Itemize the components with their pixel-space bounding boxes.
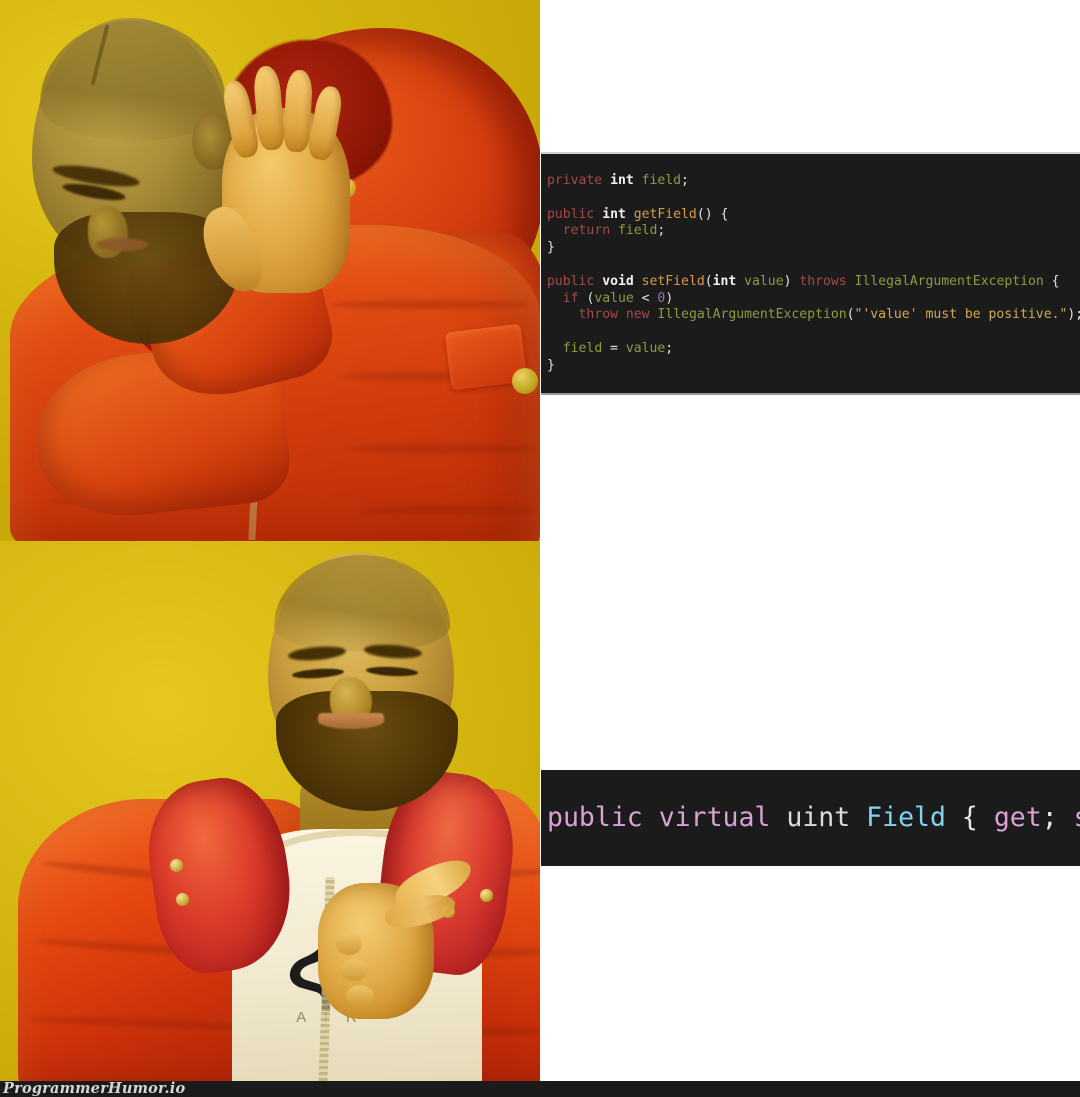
code-token: get: [993, 802, 1042, 833]
code-token: ;: [657, 223, 666, 239]
code-token: {: [1043, 273, 1060, 289]
code-token: void: [602, 273, 634, 289]
code-token: () {: [696, 206, 729, 222]
meme-panel-top: [0, 0, 540, 541]
knuckle: [346, 985, 374, 1007]
code-token: );: [1067, 307, 1080, 323]
code-token: return: [562, 223, 611, 239]
code-line: }: [547, 240, 1080, 257]
code-token: virtual: [658, 802, 771, 833]
code-token: Field: [866, 802, 946, 833]
code-token: {: [945, 802, 994, 833]
code-token: <: [633, 290, 658, 306]
code-token: ): [783, 273, 800, 289]
meme-image: A I R private int field; public int getF…: [0, 0, 1080, 1097]
code-token: int: [602, 206, 626, 222]
code-token: uint: [786, 802, 851, 833]
jacket-seam: [360, 506, 538, 515]
code-token: (: [704, 273, 713, 289]
code-token: if: [562, 290, 579, 306]
code-token: new: [625, 307, 650, 323]
code-line: if (value < 0): [547, 291, 1080, 308]
code-token: set: [1074, 802, 1080, 833]
code-token: int: [712, 273, 737, 289]
panel-divider: [540, 0, 541, 1081]
meme-panel-bottom: A I R: [0, 541, 540, 1081]
jacket-seam: [350, 444, 536, 453]
jacket-snap: [176, 893, 189, 906]
code-token: field: [562, 340, 603, 356]
watermark-label: ProgrammerHumor.io: [3, 1080, 186, 1097]
code-line: public virtual uint Field { get; set; }: [547, 800, 1080, 836]
finger: [282, 69, 314, 153]
code-token: setField: [641, 273, 705, 289]
jacket-seam: [330, 300, 530, 309]
code-token: IllegalArgumentException: [657, 307, 847, 323]
code-token: public: [547, 206, 595, 222]
code-token: value: [594, 290, 634, 306]
code-token: int: [610, 173, 634, 188]
code-token: value: [625, 340, 666, 356]
jacket-snap: [170, 859, 183, 872]
code-token: private: [547, 173, 603, 188]
code-block-java-getter-setter: private int field; public int getField()…: [540, 152, 1080, 395]
code-token: ;: [665, 340, 674, 356]
code-token: (: [578, 290, 595, 306]
code-token: IllegalArgumentException: [854, 273, 1044, 289]
code-token: field: [617, 223, 658, 239]
code-token: public: [547, 802, 643, 833]
code-token: }: [547, 357, 555, 373]
photo-column: A I R: [0, 0, 540, 1081]
code-line: private int field;: [547, 173, 1080, 190]
jacket-badge: [512, 368, 538, 394]
code-token: }: [547, 240, 555, 256]
jacket-snap: [480, 889, 493, 902]
code-line: throw new IllegalArgumentException("'val…: [547, 307, 1080, 324]
code-token: public: [547, 273, 595, 289]
code-token: throw: [578, 307, 618, 323]
code-line: public void setField(int value) throws I…: [547, 274, 1080, 291]
code-token: (: [846, 307, 855, 323]
code-line: return field;: [547, 223, 1080, 240]
code-line: }: [547, 358, 1080, 375]
code-token: ): [665, 290, 674, 306]
code-block-csharp-property: public virtual uint Field { get; set; }: [540, 770, 1080, 866]
code-token: getField: [633, 206, 697, 222]
code-token: value: [744, 273, 784, 289]
code-column: private int field; public int getField()…: [540, 0, 1080, 1081]
code-line: field = value;: [547, 341, 1080, 358]
lips: [96, 238, 148, 251]
code-token: ;: [1041, 802, 1074, 833]
code-token: field: [641, 173, 682, 188]
code-token: =: [602, 340, 626, 356]
code-token: ;: [681, 173, 689, 188]
knuckle: [340, 959, 368, 981]
code-line: public int getField() {: [547, 207, 1080, 224]
code-token: "'value' must be positive.": [854, 307, 1068, 323]
knuckle: [336, 933, 362, 955]
code-token: throws: [799, 273, 847, 289]
smile: [318, 713, 384, 729]
